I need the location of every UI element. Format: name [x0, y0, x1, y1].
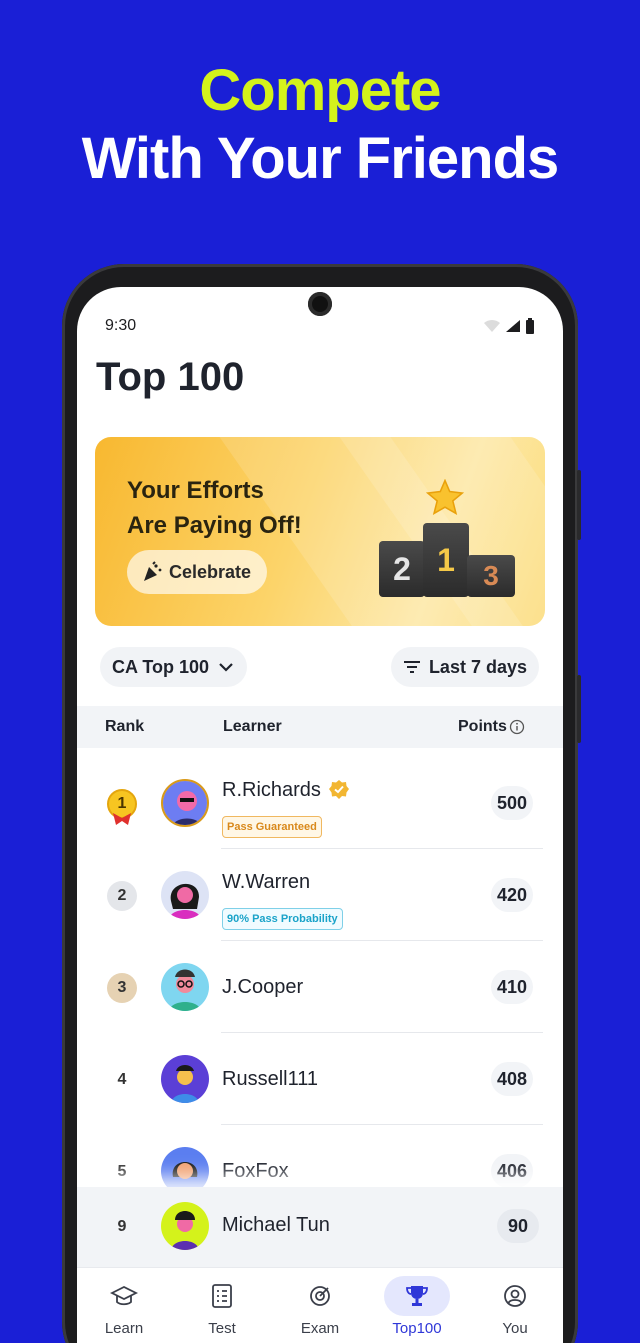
avatar — [161, 1055, 209, 1103]
nav-top100[interactable]: Top100 — [377, 1276, 457, 1343]
rank-number: 3 — [117, 979, 127, 996]
rank-badge: 5 — [107, 1157, 137, 1187]
points-value: 420 — [491, 878, 533, 912]
silver-rank-badge: 2 — [107, 881, 137, 911]
podium-second: 2 — [379, 541, 425, 597]
pass-guaranteed-tag: Pass Guaranteed — [222, 816, 322, 838]
table-row[interactable]: 2 W.Warren 90% Pass Probability 420 — [77, 849, 563, 941]
learner-name: Russell111 — [222, 1068, 318, 1090]
bronze-rank-badge: 3 — [107, 973, 137, 1003]
front-camera — [308, 292, 332, 316]
learner-name: J.Cooper — [222, 976, 304, 998]
table-header: Rank Learner Points — [77, 706, 563, 748]
rank-number: 9 — [117, 1218, 127, 1235]
points-value: 410 — [491, 970, 533, 1004]
rank-number: 2 — [117, 887, 127, 904]
volume-button — [577, 470, 581, 540]
current-user-row[interactable]: 9 Michael Tun 90 — [77, 1187, 563, 1267]
podium-illustration: 2 1 3 — [379, 479, 515, 597]
podium-first: 1 — [423, 523, 469, 597]
target-icon — [287, 1276, 353, 1316]
nav-learn[interactable]: Learn — [84, 1276, 164, 1343]
promo-header: Compete With Your Friends — [0, 58, 640, 194]
nav-test[interactable]: Test — [182, 1276, 262, 1343]
verified-badge-icon — [329, 780, 349, 799]
nav-test-label: Test — [208, 1320, 236, 1337]
table-row[interactable]: 4 Russell111 408 — [77, 1033, 563, 1125]
phone-screen: 9:30 Top 100 Your Efforts Are Paying Off… — [77, 287, 563, 1343]
battery-icon — [526, 318, 534, 334]
learner-name: R.Richards — [222, 779, 321, 801]
header-points: Points — [458, 718, 507, 735]
avatar — [161, 871, 209, 919]
period-filter[interactable]: Last 7 days — [390, 647, 539, 687]
points-value: 500 — [491, 786, 533, 820]
rank-number: 1 — [117, 795, 127, 812]
page-title: Top 100 — [96, 355, 245, 399]
header-rank: Rank — [105, 718, 145, 735]
star-icon — [426, 479, 464, 515]
achievement-banner: Your Efforts Are Paying Off! Celebrate 2… — [95, 437, 545, 626]
nav-learn-label: Learn — [104, 1320, 144, 1337]
learner-name: W.Warren — [222, 871, 311, 893]
graduation-cap-icon — [91, 1276, 157, 1316]
avatar — [161, 1202, 209, 1250]
filter-bar: CA Top 100 Last 7 days — [77, 647, 563, 687]
rank-badge: 9 — [107, 1212, 137, 1242]
board-dropdown[interactable]: CA Top 100 — [100, 647, 248, 687]
rank-badge: 4 — [107, 1065, 137, 1095]
promo-line-2: With Your Friends — [81, 126, 560, 191]
profile-icon — [482, 1276, 548, 1316]
nav-you-label: You — [502, 1320, 528, 1337]
points-value: 90 — [497, 1209, 539, 1243]
rank-number: 4 — [117, 1071, 127, 1088]
bottom-navigation: Learn Test Exam Top100 You — [77, 1267, 563, 1343]
power-button — [577, 675, 581, 743]
avatar — [161, 963, 209, 1011]
status-icons — [483, 318, 535, 334]
banner-line-2: Are Paying Off! — [127, 512, 302, 539]
chevron-down-icon — [219, 663, 233, 672]
rank-number: 5 — [117, 1163, 127, 1180]
avatar — [161, 779, 209, 827]
table-row[interactable]: 1 R.Richards Pass Guaranteed 500 — [77, 757, 563, 849]
learner-name: Michael Tun — [222, 1214, 330, 1236]
nav-exam-label: Exam — [300, 1320, 340, 1337]
nav-you[interactable]: You — [475, 1276, 555, 1343]
promo-line-1: Compete — [199, 58, 441, 123]
banner-heading: Your Efforts Are Paying Off! — [127, 473, 302, 543]
banner-line-1: Your Efforts — [127, 477, 264, 504]
board-dropdown-label: CA Top 100 — [112, 656, 210, 677]
pass-probability-tag: 90% Pass Probability — [222, 908, 343, 930]
learner-name: FoxFox — [222, 1160, 289, 1182]
wifi-icon — [484, 319, 500, 332]
status-time: 9:30 — [105, 317, 137, 334]
points-value: 408 — [491, 1062, 533, 1096]
trophy-icon — [384, 1276, 450, 1316]
nav-top100-label: Top100 — [392, 1320, 442, 1337]
checklist-icon — [189, 1276, 255, 1316]
filter-icon — [403, 661, 420, 673]
celebrate-button[interactable]: Celebrate — [127, 550, 268, 594]
celebrate-label: Celebrate — [169, 561, 252, 582]
period-filter-label: Last 7 days — [428, 656, 527, 677]
nav-exam[interactable]: Exam — [280, 1276, 360, 1343]
party-popper-icon — [144, 561, 162, 581]
header-learner: Learner — [223, 718, 282, 735]
points-value: 406 — [491, 1154, 533, 1188]
info-icon[interactable] — [509, 719, 525, 735]
medal-ribbon-icon — [113, 813, 131, 825]
table-row[interactable]: 3 J.Cooper 410 — [77, 941, 563, 1033]
signal-icon — [506, 320, 520, 332]
podium-third: 3 — [467, 555, 515, 597]
